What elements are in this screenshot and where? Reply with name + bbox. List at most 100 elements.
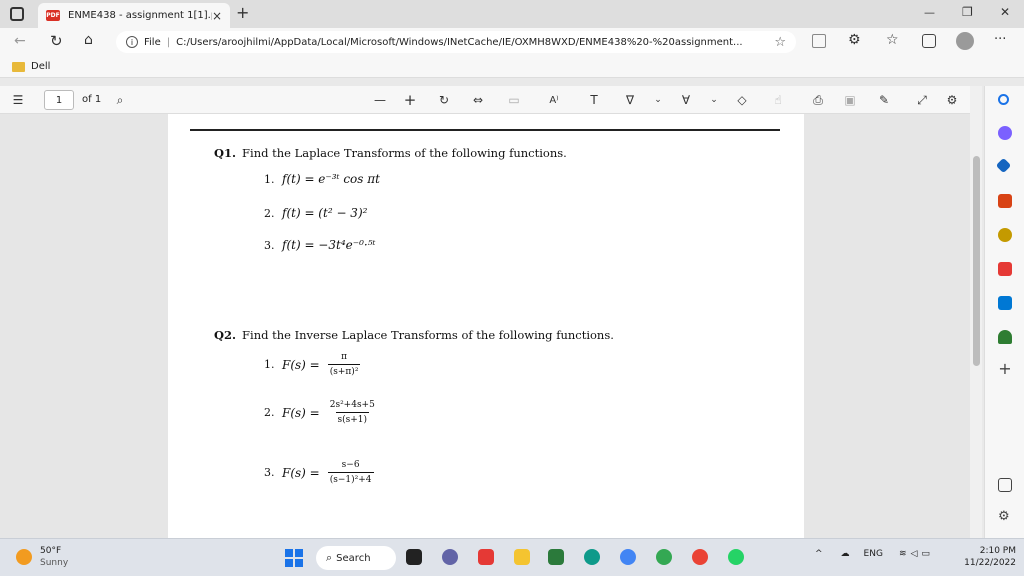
pdf-icon: PDF (46, 10, 60, 21)
system-tray: ^ ☁ ENG ≋ ◁ ▭ (815, 549, 930, 559)
reading-view-icon[interactable] (812, 34, 826, 48)
terminal-app-icon[interactable] (406, 549, 422, 565)
item-number: 3. (264, 238, 275, 252)
url-divider: | (166, 36, 171, 48)
draw-dropdown-icon[interactable]: ⌄ (648, 90, 668, 110)
tools-icon[interactable] (998, 194, 1012, 208)
highlight-dropdown-icon[interactable]: ⌄ (704, 90, 724, 110)
office-icon[interactable] (998, 262, 1012, 276)
equation-lhs: F(s) = (282, 357, 320, 372)
chrome-alt-app-icon[interactable] (692, 549, 708, 565)
read-aloud-button[interactable]: A⁾ (544, 90, 564, 110)
equation: f(t) = (t² − 3)² (282, 206, 368, 220)
onedrive-icon[interactable]: ☁ (841, 549, 850, 559)
page-number-input[interactable]: 1 (44, 90, 74, 110)
print-icon[interactable]: ⎙ (808, 90, 828, 110)
chrome-profile-app-icon[interactable] (656, 549, 672, 565)
new-tab-button[interactable]: + (236, 3, 249, 22)
add-icon[interactable]: + (998, 361, 1012, 377)
info-icon[interactable]: i (126, 36, 138, 48)
discover-icon[interactable] (998, 126, 1012, 140)
search-label: Search (336, 552, 371, 564)
close-tab-icon[interactable]: × (212, 9, 222, 23)
q2-label: Q2. (214, 328, 237, 342)
q2-item: 2. F(s) = 2s²+4s+5 s(s+1) (264, 400, 377, 425)
header-rule (190, 129, 780, 131)
back-arrow-icon[interactable]: ← (14, 33, 26, 49)
battery-icon[interactable]: ▭ (921, 549, 930, 559)
equation: f(t) = e⁻³ᵗ cos πt (282, 172, 380, 186)
sidebar-collapse-icon[interactable] (998, 478, 1012, 492)
start-button[interactable] (285, 549, 303, 567)
text-box-icon[interactable]: T (584, 90, 604, 110)
extensions-icon[interactable]: ⚙ (848, 32, 861, 48)
profile-avatar[interactable] (956, 32, 974, 50)
save-icon[interactable]: ▣ (840, 90, 860, 110)
taskbar-search[interactable]: ⌕ Search (316, 546, 396, 570)
draw-icon[interactable]: ∇ (620, 90, 640, 110)
search-icon[interactable] (998, 94, 1009, 105)
meet-app-icon[interactable] (442, 549, 458, 565)
sidebar-settings-icon[interactable]: ⚙ (998, 510, 1012, 524)
more-menu-icon[interactable]: ··· (994, 32, 1006, 47)
taskbar: 50°F Sunny ⌕ Search ^ ☁ ENG ≋ ◁ ▭ 2:10 P… (0, 538, 1024, 576)
weather-widget[interactable]: 50°F Sunny (40, 545, 68, 569)
store-app-icon[interactable] (548, 549, 564, 565)
folder-icon (12, 61, 25, 72)
home-icon[interactable]: ⌂ (84, 32, 93, 48)
equation: f(t) = −3t⁴e⁻⁰·⁵ᵗ (282, 238, 376, 252)
restore-button[interactable]: ❐ (962, 5, 973, 19)
page-view-icon[interactable]: ▭ (504, 90, 524, 110)
collections-icon[interactable] (922, 34, 936, 48)
language-indicator[interactable]: ENG (864, 549, 883, 559)
vertical-scrollbar[interactable] (970, 86, 982, 538)
tab-actions-icon[interactable] (10, 7, 24, 21)
tree-icon[interactable] (998, 330, 1012, 344)
zoom-in-button[interactable]: + (400, 90, 420, 110)
chrome-app-icon[interactable] (620, 549, 636, 565)
file-explorer-icon[interactable] (514, 549, 530, 565)
wifi-icon[interactable]: ≋ (899, 549, 907, 559)
weather-temp: 50°F (40, 546, 62, 556)
save-as-icon[interactable]: ✎ (874, 90, 894, 110)
fullscreen-icon[interactable]: ⤢ (912, 90, 932, 110)
fit-page-icon[interactable]: ⇔ (468, 90, 488, 110)
settings-gear-icon[interactable]: ⚙ (942, 90, 962, 110)
rotate-icon[interactable]: ↻ (434, 90, 454, 110)
scrollbar-thumb[interactable] (973, 156, 980, 366)
edge-sidebar: + ⚙ (984, 86, 1024, 538)
zoom-out-button[interactable]: — (370, 90, 390, 110)
question-1: Q1. Find the Laplace Transforms of the fo… (214, 146, 567, 160)
url-bar[interactable]: i File | C:/Users/aroojhilmi/AppData/Loc… (116, 31, 796, 53)
volume-icon[interactable]: ◁ (911, 549, 918, 559)
refresh-icon[interactable]: ↻ (50, 32, 63, 50)
chevron-up-icon[interactable]: ^ (815, 549, 823, 559)
games-icon[interactable] (998, 228, 1012, 242)
favorites-icon[interactable]: ☆ (886, 32, 899, 48)
question-2: Q2. Find the Inverse Laplace Transforms o… (214, 328, 614, 342)
shopping-icon[interactable] (995, 157, 1012, 174)
denominator: s(s+1) (335, 412, 370, 425)
office-app-icon[interactable] (478, 549, 494, 565)
search-icon[interactable]: ⌕ (110, 90, 130, 110)
eraser-icon[interactable]: ◇ (732, 90, 752, 110)
close-window-button[interactable]: ✕ (1000, 5, 1010, 19)
sun-icon[interactable] (16, 549, 32, 565)
q2-item: 1. F(s) = π (s+π)² (264, 352, 361, 377)
page-count: of 1 (82, 94, 102, 105)
clock[interactable]: 2:10 PM 11/22/2022 (960, 545, 1016, 569)
equation-lhs: F(s) = (282, 405, 320, 420)
outlook-icon[interactable] (998, 296, 1012, 310)
contents-icon[interactable]: ☰ (8, 90, 28, 110)
favorite-star-icon[interactable]: ☆ (774, 35, 786, 50)
minimize-button[interactable]: — (924, 6, 935, 19)
item-number: 3. (264, 466, 275, 479)
fraction: 2s²+4s+5 s(s+1) (328, 400, 377, 425)
edge-app-icon[interactable] (584, 549, 600, 565)
whatsapp-app-icon[interactable] (728, 549, 744, 565)
bookmark-dell[interactable]: Dell (31, 61, 50, 72)
browser-tab[interactable]: PDF ENME438 - assignment 1[1].pdf × (38, 3, 230, 28)
document-viewer[interactable]: Q1. Find the Laplace Transforms of the fo… (0, 114, 970, 538)
highlight-icon[interactable]: ∀ (676, 90, 696, 110)
touch-icon[interactable]: ☝ (768, 90, 788, 110)
